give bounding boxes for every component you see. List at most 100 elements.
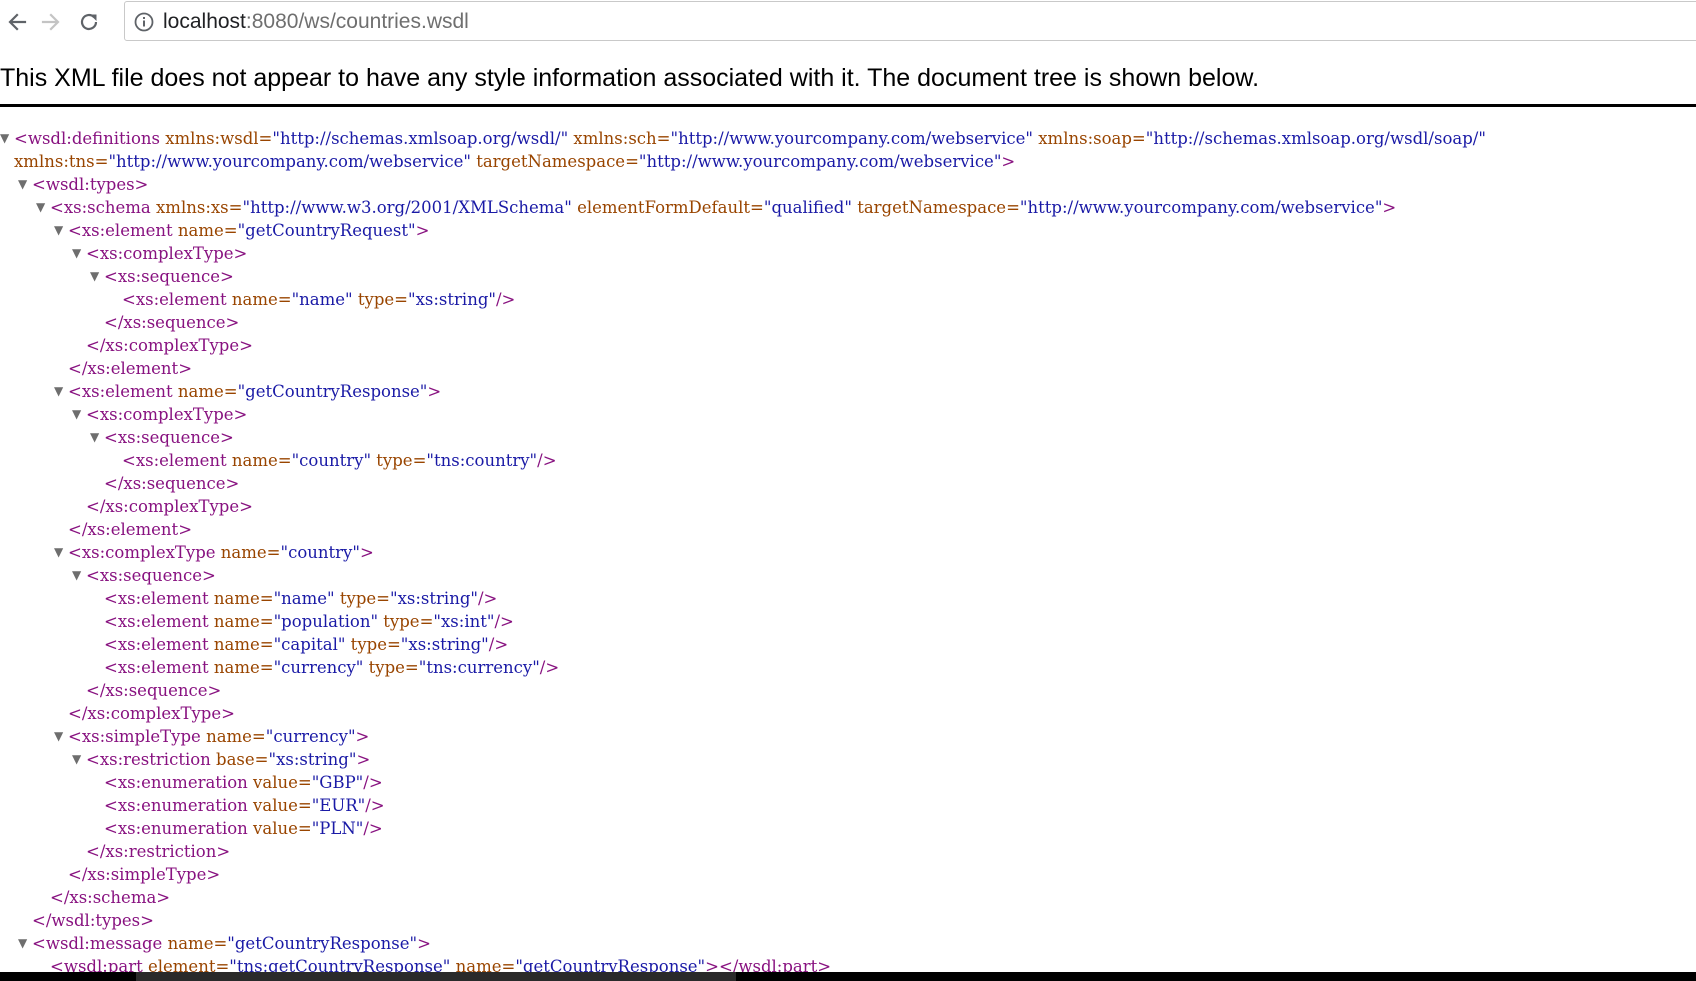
collapse-toggle[interactable]: ▼: [72, 403, 86, 426]
xml-line-content: <xs:element name="capital" type="xs:stri…: [104, 633, 508, 656]
xml-tag: <xs:element: [68, 382, 178, 401]
collapse-toggle[interactable]: ▼: [54, 380, 68, 403]
xml-tree-line: </xs:sequence>: [0, 311, 1696, 334]
xml-attr-value: "getCountryResponse": [237, 382, 428, 401]
collapse-toggle[interactable]: ▼: [54, 541, 68, 564]
xml-line-content: </xs:complexType>: [86, 495, 253, 518]
xml-attr-value: "qualified": [763, 198, 852, 217]
xml-attr-name: type=: [345, 635, 401, 654]
xml-attr-value: "getCountryResponse": [227, 934, 418, 953]
xml-tree-line: ▼ <wsdl:definitions xmlns:wsdl="http://sc…: [0, 127, 1696, 150]
xml-attr-name: xmlns:tns=: [14, 152, 109, 171]
xml-attr-name: type=: [352, 290, 409, 309]
collapse-toggle[interactable]: ▼: [18, 932, 32, 955]
xml-tag: <xs:complexType: [68, 543, 221, 562]
xml-line-content: </xs:simpleType>: [68, 863, 220, 886]
xml-line-content: <xs:element name="country" type="tns:cou…: [122, 449, 557, 472]
xml-attr-name: xmlns:sch=: [568, 129, 671, 148]
browser-toolbar: localhost:8080/ws/countries.wsdl: [0, 0, 1696, 44]
collapse-toggle[interactable]: ▼: [18, 173, 32, 196]
xml-attr-name: value=: [253, 819, 312, 838]
xml-tag: <xs:element: [68, 221, 178, 240]
collapse-toggle[interactable]: ▼: [54, 725, 68, 748]
divider: [0, 104, 1696, 107]
xml-attr-value: "xs:string": [400, 635, 489, 654]
xml-attr-name: base=: [216, 750, 269, 769]
xml-attr-value: "population": [273, 612, 379, 631]
xml-attr-value: "http://www.yourcompany.com/webservice": [108, 152, 471, 171]
xml-tree-line: </xs:schema>: [0, 886, 1696, 909]
arrow-right-icon: [40, 11, 62, 33]
xml-tag: </xs:sequence>: [104, 313, 240, 332]
reload-button[interactable]: [72, 5, 106, 39]
xml-tree-line: </xs:simpleType>: [0, 863, 1696, 886]
xml-tree-line: ▼ <wsdl:types>: [0, 173, 1696, 196]
xml-tag: </xs:restriction>: [86, 842, 231, 861]
xml-attr-value: "getCountryRequest": [237, 221, 416, 240]
collapse-toggle[interactable]: ▼: [36, 196, 50, 219]
xml-tree-line: ▼ <xs:complexType>: [0, 403, 1696, 426]
back-button[interactable]: [0, 5, 34, 39]
xml-attr-value: "http://schemas.xmlsoap.org/wsdl/soap/": [1145, 129, 1486, 148]
xml-tree-line: ▼ <xs:complexType name="country">: [0, 541, 1696, 564]
xml-attr-value: "xs:string": [408, 290, 496, 309]
url-path: :8080/ws/countries.wsdl: [245, 10, 469, 33]
xml-line-content: <xs:element name="getCountryRequest">: [68, 219, 429, 242]
xml-attr-name: name=: [231, 290, 292, 309]
xml-tree-line: <xs:element name="name" type="xs:string"…: [0, 587, 1696, 610]
xml-tag: />: [495, 290, 516, 309]
xml-attr-name: name=: [213, 612, 274, 631]
xml-tree-line: xmlns:tns="http://www.yourcompany.com/we…: [0, 150, 1696, 173]
xml-tag: </xs:complexType>: [86, 336, 253, 355]
collapse-toggle[interactable]: ▼: [0, 127, 14, 150]
address-bar[interactable]: localhost:8080/ws/countries.wsdl: [124, 1, 1696, 41]
xml-tree-line: <xs:element name="country" type="tns:cou…: [0, 449, 1696, 472]
xml-attr-value: "country": [280, 543, 360, 562]
xml-tree-line: <xs:enumeration value="GBP"/>: [0, 771, 1696, 794]
xml-tag: <wsdl:message: [32, 934, 168, 953]
xml-attr-value: "capital": [273, 635, 346, 654]
xml-attr-value: "PLN": [311, 819, 364, 838]
xml-attr-name: type=: [363, 658, 419, 677]
xml-tag: />: [363, 773, 383, 792]
xml-tree-line: </xs:element>: [0, 357, 1696, 380]
xml-tag: />: [477, 589, 498, 608]
collapse-toggle[interactable]: ▼: [72, 242, 86, 265]
xml-attr-value: "http://www.yourcompany.com/webservice": [670, 129, 1033, 148]
collapse-toggle[interactable]: ▼: [72, 748, 86, 771]
forward-button[interactable]: [34, 5, 68, 39]
xml-tag: <xs:complexType>: [86, 244, 248, 263]
xml-attr-name: name=: [213, 589, 274, 608]
collapse-toggle[interactable]: ▼: [90, 426, 104, 449]
xml-tag: <xs:schema: [50, 198, 156, 217]
xml-tag: <xs:complexType>: [86, 405, 248, 424]
xml-attr-value: "http://www.yourcompany.com/webservice": [1019, 198, 1383, 217]
xml-line-content: </wsdl:types>: [32, 909, 154, 932]
xml-attr-name: name=: [213, 635, 274, 654]
xml-tree-line: </xs:restriction>: [0, 840, 1696, 863]
xml-tree-line: ▼ <xs:sequence>: [0, 265, 1696, 288]
collapse-toggle[interactable]: ▼: [90, 265, 104, 288]
info-circle-icon[interactable]: [133, 11, 155, 38]
xml-style-notice: This XML file does not appear to have an…: [0, 64, 1260, 92]
xml-tag: >: [359, 543, 374, 562]
xml-attr-value: "name": [291, 290, 353, 309]
horizontal-scrollbar-thumb[interactable]: [136, 972, 736, 981]
url-host: localhost: [163, 10, 246, 33]
xml-tag: <xs:sequence>: [104, 267, 234, 286]
collapse-toggle[interactable]: ▼: [54, 219, 68, 242]
xml-attr-name: name=: [167, 934, 228, 953]
xml-tag: <xs:element: [104, 612, 214, 631]
collapse-toggle[interactable]: ▼: [72, 564, 86, 587]
xml-line-content: </xs:element>: [68, 518, 192, 541]
xml-tag: >: [356, 750, 371, 769]
xml-line-content: <xs:enumeration value="EUR"/>: [104, 794, 385, 817]
xml-tag: <xs:restriction: [86, 750, 217, 769]
xml-tree-line: ▼ <xs:schema xmlns:xs="http://www.w3.org/…: [0, 196, 1696, 219]
xml-line-content: <xs:element name="name" type="xs:string"…: [104, 587, 497, 610]
xml-tag: <xs:simpleType: [68, 727, 207, 746]
arrow-left-icon: [6, 11, 28, 33]
xml-attr-name: name=: [177, 221, 238, 240]
reload-icon: [77, 10, 101, 34]
xml-tag: />: [365, 796, 385, 815]
